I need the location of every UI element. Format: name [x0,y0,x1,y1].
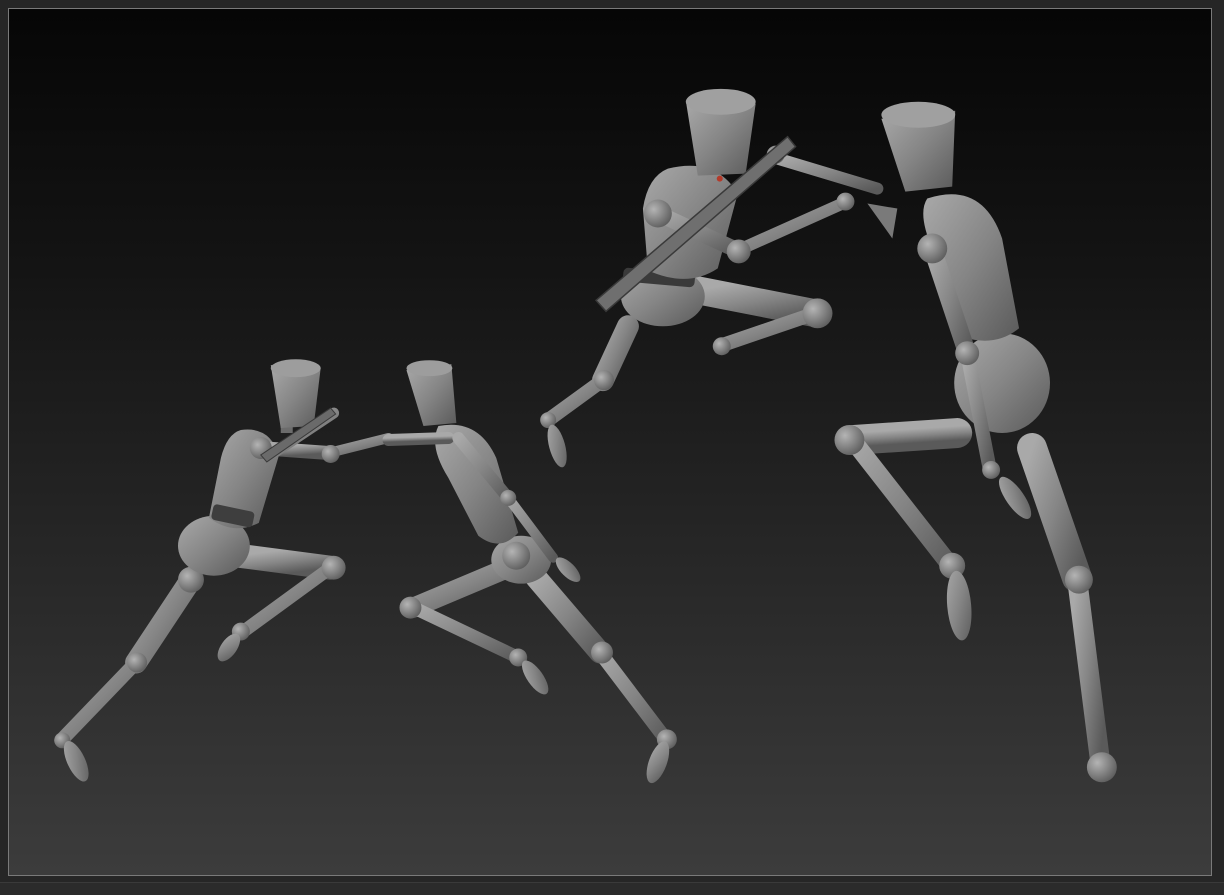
mannequin-figure-small-left[interactable] [54,359,394,785]
app-window [0,0,1224,895]
3d-viewport[interactable] [8,8,1212,876]
mannequin-figure-small-right[interactable] [382,360,677,786]
mannequin-figure-large-left[interactable] [540,88,898,469]
scene-canvas[interactable] [9,9,1211,875]
bottom-status-bar [0,882,1224,895]
mannequin-figure-large-right[interactable] [834,101,1117,783]
